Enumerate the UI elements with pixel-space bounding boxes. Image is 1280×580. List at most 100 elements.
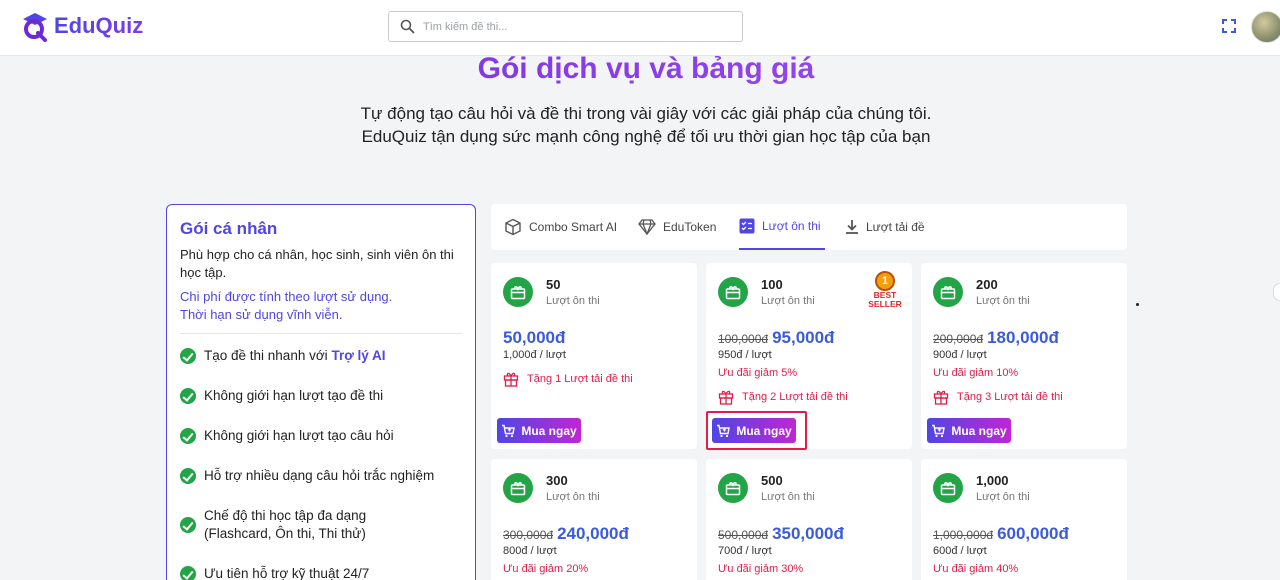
page-title: Gói dịch vụ và bảng giá (0, 52, 1280, 86)
package-price: 600,000đ (997, 524, 1069, 543)
checklist-icon (739, 218, 755, 234)
check-circle-icon (180, 517, 196, 533)
price-line: 50,000đ (503, 328, 565, 348)
feature-item: Chế độ thi học tập đa dạng (Flashcard, Ô… (180, 507, 410, 543)
gift-icon (933, 390, 949, 405)
package-card-500: 500 Lượt ôn thi 500,000đ 350,000đ 700đ /… (706, 459, 912, 580)
package-quantity: 50 (546, 277, 561, 292)
gift-box-icon (933, 277, 963, 307)
tab-luot-tai-de[interactable]: Lượt tải đề (845, 204, 925, 250)
gift-box-icon (503, 277, 533, 307)
feature-item: Tạo đề thi nhanh với Trợ lý AI (180, 347, 465, 365)
feature-item: Không giới hạn lượt tạo câu hỏi (180, 427, 465, 445)
buy-now-button[interactable]: Mua ngay (712, 418, 796, 443)
original-price: 500,000đ (718, 528, 769, 542)
tab-label: EduToken (663, 220, 717, 234)
tab-combo-smart-ai[interactable]: Combo Smart AI (504, 204, 617, 250)
medal-icon: 1 (875, 271, 895, 291)
package-card-200: 200 Lượt ôn thi 200,000đ 180,000đ 900đ /… (921, 263, 1127, 449)
package-unit: Lượt ôn thi (761, 491, 815, 503)
logo-icon (23, 13, 47, 42)
price-line: 1,000,000đ 600,000đ (933, 524, 1069, 544)
subtitle-line-2: EduQuiz tận dụng sức mạnh công nghệ để t… (361, 127, 931, 146)
package-unit: Lượt ôn thi (976, 491, 1030, 503)
package-price: 350,000đ (772, 524, 844, 543)
package-quantity: 1,000 (976, 473, 1009, 488)
package-card-300: 300 Lượt ôn thi 300,000đ 240,000đ 800đ /… (491, 459, 697, 580)
page-subtitle: Tự động tạo câu hỏi và đề thi trong vài … (0, 102, 1280, 148)
fullscreen-icon[interactable] (1222, 19, 1236, 33)
discount-text: Ưu đãi giảm 40% (933, 563, 1019, 575)
cart-icon (717, 424, 731, 437)
feature-label: Không giới hạn lượt tạo đề thi (204, 388, 384, 403)
plan-description: Phù hợp cho cá nhân, học sinh, sinh viên… (180, 247, 454, 280)
tab-label: Lượt tải đề (866, 220, 925, 234)
discount-text: Ưu đãi giảm 30% (718, 563, 804, 575)
gift-box-icon (503, 473, 533, 503)
price-per-use: 800đ / lượt (503, 545, 557, 557)
feature-label: Không giới hạn lượt tạo câu hỏi (204, 428, 394, 443)
gift-box-icon (933, 473, 963, 503)
personal-plan-card: Gói cá nhân Phù hợp cho cá nhân, học sin… (166, 204, 476, 580)
gift-box-icon (718, 473, 748, 503)
feature-label: Ưu tiên hỗ trợ kỹ thuật 24/7 (204, 566, 370, 580)
bonus-gift: Tặng 1 Lượt tải đề thi (503, 371, 633, 387)
download-icon (846, 220, 858, 234)
package-quantity: 300 (546, 473, 568, 488)
check-circle-icon (180, 388, 196, 404)
buy-now-button[interactable]: Mua ngay (497, 418, 581, 443)
plan-note: Chi phí được tính theo lượt sử dụng. Thờ… (180, 288, 465, 324)
buy-now-label: Mua ngay (951, 423, 1007, 438)
tab-luot-on-thi[interactable]: Lượt ôn thi (739, 204, 825, 250)
original-price: 200,000đ (933, 332, 984, 346)
bonus-gift: Tặng 2 Lượt tải đề thi (718, 389, 848, 405)
check-circle-icon (180, 468, 196, 484)
ai-assistant-link[interactable]: Trợ lý AI (331, 348, 385, 363)
search-box[interactable] (388, 11, 743, 42)
logo-text: EduQuiz (54, 13, 144, 38)
buy-now-button[interactable]: Mua ngay (927, 418, 1011, 443)
feature-label: Chế độ thi học tập đa dạng (Flashcard, Ô… (204, 508, 367, 541)
original-price: 1,000,000đ (933, 528, 994, 542)
logo[interactable]: EduQuiz (20, 10, 143, 42)
top-bar: EduQuiz (0, 0, 1280, 56)
discount-text: Ưu đãi giảm 10% (933, 367, 1019, 379)
gift-icon (718, 390, 734, 405)
search-icon (400, 19, 415, 34)
price-per-use: 1,000đ / lượt (503, 349, 566, 361)
box-icon (505, 218, 521, 236)
package-price: 50,000đ (503, 328, 566, 347)
gift-box-icon (718, 277, 748, 307)
cursor-dot (1136, 303, 1139, 306)
check-circle-icon (180, 428, 196, 444)
plan-note-line-2: Thời hạn sử dụng vĩnh viễn. (180, 307, 343, 322)
avatar[interactable] (1251, 11, 1280, 43)
bonus-text: Tặng 2 Lượt tải đề thi (742, 391, 848, 403)
side-panel-handle[interactable] (1273, 283, 1280, 301)
price-line: 100,000đ 95,000đ (718, 328, 834, 348)
price-per-use: 900đ / lượt (933, 349, 987, 361)
divider (180, 333, 462, 334)
price-line: 500,000đ 350,000đ (718, 524, 844, 544)
package-unit: Lượt ôn thi (976, 295, 1030, 307)
check-circle-icon (180, 348, 196, 364)
best-seller-line-2: SELLER (868, 299, 902, 309)
tab-edutoken[interactable]: EduToken (638, 204, 716, 250)
package-unit: Lượt ôn thi (546, 295, 600, 307)
package-price: 95,000đ (772, 328, 835, 347)
best-seller-badge: 1 BEST SELLER (868, 271, 902, 313)
feature-text: Tạo đề thi nhanh với Trợ lý AI (204, 347, 386, 365)
feature-item: Không giới hạn lượt tạo đề thi (180, 387, 465, 405)
search-input[interactable] (423, 12, 733, 41)
package-card-100: 100 Lượt ôn thi 1 BEST SELLER 100,000đ 9… (706, 263, 912, 449)
discount-text: Ưu đãi giảm 5% (718, 367, 798, 379)
best-seller-text: BEST SELLER (868, 291, 902, 309)
price-per-use: 950đ / lượt (718, 349, 772, 361)
package-tabs: Combo Smart AI EduToken Lượt ôn thi Lượt… (491, 204, 1127, 250)
feature-label: Hỗ trợ nhiều dạng câu hỏi trắc nghiệm (204, 468, 435, 483)
package-card-50: 50 Lượt ôn thi 50,000đ 1,000đ / lượt Tặn… (491, 263, 697, 449)
feature-item: Ưu tiên hỗ trợ kỹ thuật 24/7 (180, 565, 465, 580)
plan-note-line-1: Chi phí được tính theo lượt sử dụng. (180, 289, 393, 304)
package-quantity: 100 (761, 277, 783, 292)
price-line: 200,000đ 180,000đ (933, 328, 1059, 348)
